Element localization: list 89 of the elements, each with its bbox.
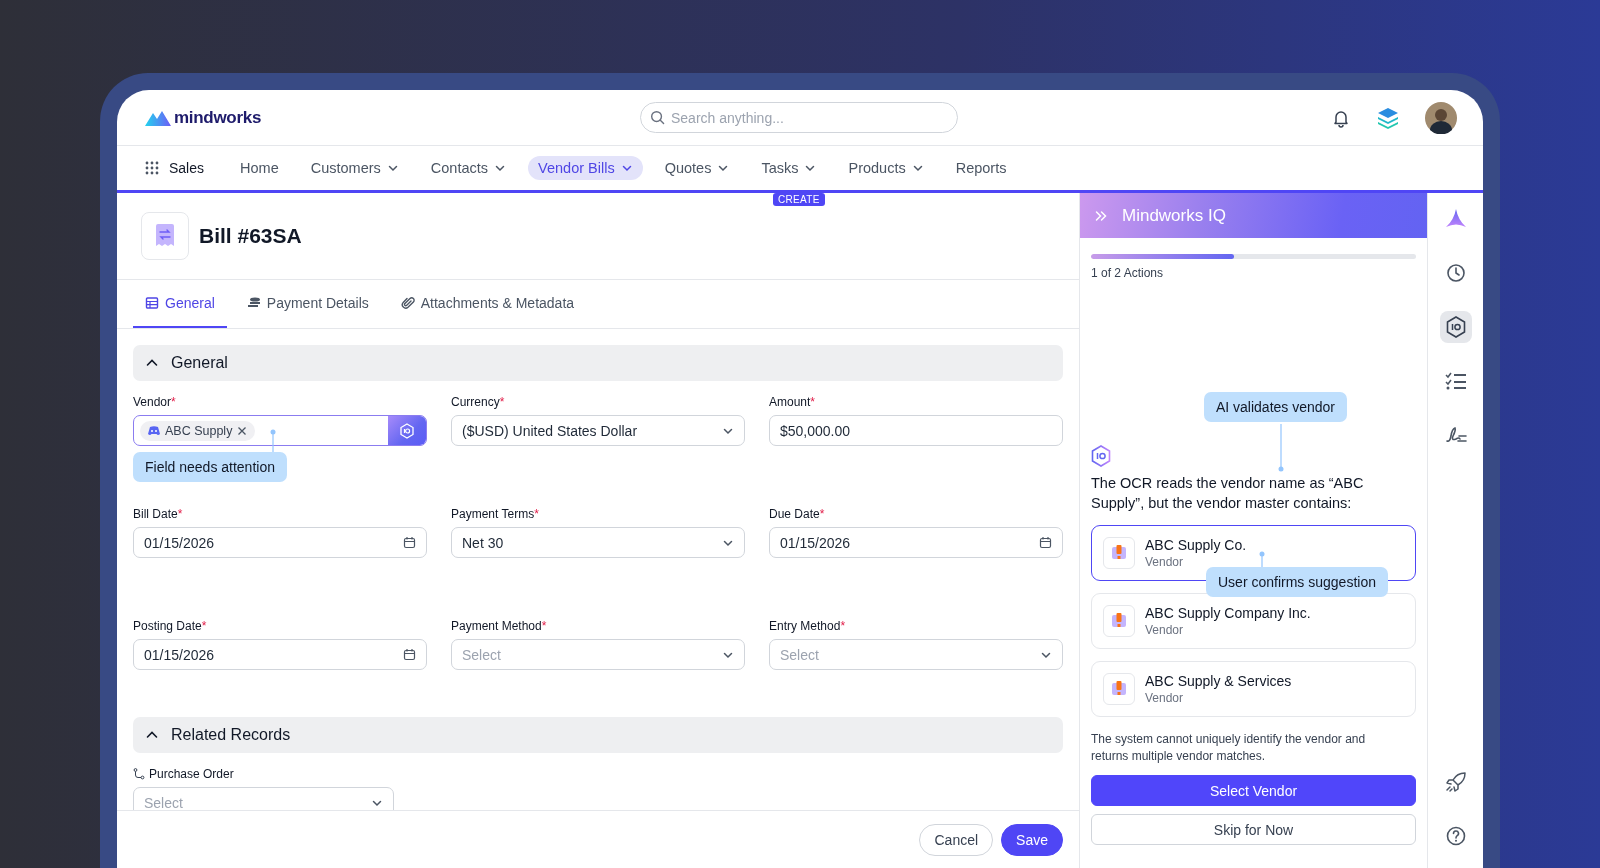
field-label: Due Date xyxy=(769,507,820,521)
receipt-icon xyxy=(141,212,189,260)
panel-title: Mindworks IQ xyxy=(1122,205,1226,226)
box-icon xyxy=(1103,537,1135,569)
box-icon xyxy=(1103,673,1135,705)
select-vendor-button[interactable]: Select Vendor xyxy=(1091,775,1416,806)
search-icon xyxy=(650,110,665,125)
field-label: Amount xyxy=(769,395,811,409)
select-field[interactable]: ($USD) United States Dollar xyxy=(451,415,745,446)
iq-icon xyxy=(399,422,415,439)
select-field[interactable]: Net 30 xyxy=(451,527,745,558)
apps-grid-icon[interactable] xyxy=(145,161,159,175)
calendar-icon[interactable] xyxy=(403,536,416,549)
vendor-type: Vendor xyxy=(1145,555,1185,569)
section-title: Related Records xyxy=(171,726,291,744)
leader-line xyxy=(1277,424,1284,472)
date-field[interactable]: 01/15/2026 xyxy=(133,639,427,670)
section-title: General xyxy=(171,354,228,372)
required-mark: * xyxy=(819,507,825,521)
nav-item[interactable]: Customers xyxy=(300,156,409,180)
coins-icon xyxy=(246,296,261,310)
calendar-icon[interactable] xyxy=(403,648,416,661)
nav-item[interactable]: Products xyxy=(838,156,934,180)
date-field[interactable]: 01/15/2026 xyxy=(769,527,1063,558)
nav-item[interactable]: Home xyxy=(230,156,289,180)
section-header[interactable]: Related Records xyxy=(133,717,1063,753)
table-icon xyxy=(145,296,159,310)
iq-button[interactable] xyxy=(388,416,426,445)
date-field[interactable]: 01/15/2026 xyxy=(133,527,427,558)
required-mark: * xyxy=(499,395,505,409)
field-label: Entry Method xyxy=(769,619,841,633)
nav-item[interactable]: Contacts xyxy=(420,156,517,180)
input-field[interactable]: $50,000.00 xyxy=(769,415,1063,446)
save-button[interactable]: Save xyxy=(1001,823,1063,856)
confirm-tooltip: User confirms suggestion xyxy=(1206,567,1388,597)
field-label: Payment Method xyxy=(451,619,542,633)
assistant-note: The system cannot uniquely identify the vendor and returns multiple vendor matches. xyxy=(1091,731,1367,765)
vendor-name: ABC Supply & Services xyxy=(1145,673,1292,689)
leader-line xyxy=(1259,551,1265,569)
required-mark: * xyxy=(177,507,183,521)
assistant-message: The OCR reads the vendor name as “ABC Supply”, but the vendor master contains: xyxy=(1091,474,1365,513)
vendor-type: Vendor xyxy=(1145,691,1185,705)
tab[interactable]: Payment Details xyxy=(234,280,381,328)
vendor-name: ABC Supply Co. xyxy=(1145,537,1247,553)
vendor-match-card[interactable]: ABC Supply & Services Vendor xyxy=(1091,661,1416,717)
paperclip-icon xyxy=(400,296,415,310)
field-label: Payment Terms xyxy=(451,507,535,521)
cancel-button[interactable]: Cancel xyxy=(919,823,994,856)
nav-item[interactable]: Tasks xyxy=(751,156,827,180)
nav-item[interactable]: Quotes xyxy=(654,156,740,180)
chip-label: ABC Supply xyxy=(165,423,233,438)
vendor-match-card[interactable]: ABC Supply Company Inc. Vendor xyxy=(1091,593,1416,649)
logo-icon xyxy=(145,109,171,126)
vendor-type: Vendor xyxy=(1145,623,1185,637)
field-label: Vendor xyxy=(133,395,172,409)
mode-badge: CREATE xyxy=(773,193,825,206)
search-field[interactable]: Search anything... xyxy=(640,102,958,133)
required-mark: * xyxy=(171,395,176,409)
required-mark: * xyxy=(534,507,539,521)
app-name: Sales xyxy=(169,160,205,176)
iq-icon xyxy=(1091,445,1111,467)
tab[interactable]: Attachments & Metadata xyxy=(388,280,587,328)
skip-button[interactable]: Skip for Now xyxy=(1091,814,1416,845)
logo-text: mindworks xyxy=(174,107,262,128)
required-mark: * xyxy=(541,619,547,633)
required-mark: * xyxy=(810,395,816,409)
record-title: Bill #63SA xyxy=(199,224,302,248)
layers-icon[interactable] xyxy=(1376,105,1400,130)
progress-label: 1 of 2 Actions xyxy=(1091,266,1165,280)
avatar[interactable] xyxy=(1425,101,1457,134)
vendor-icon xyxy=(148,425,160,436)
nav-item[interactable]: Vendor Bills xyxy=(528,156,643,180)
annotation-tooltip: AI validates vendor xyxy=(1203,392,1348,422)
remove-icon[interactable] xyxy=(237,425,248,436)
field-label: Posting Date xyxy=(133,619,202,633)
box-icon xyxy=(1103,605,1135,637)
section-header[interactable]: General xyxy=(133,345,1063,381)
vendor-field[interactable]: ABC Supply xyxy=(133,415,427,446)
required-mark: * xyxy=(840,619,846,633)
vendor-chip[interactable]: ABC Supply xyxy=(140,420,256,441)
iq-icon[interactable] xyxy=(1439,311,1472,343)
attention-tooltip: Field needs attention xyxy=(133,452,287,482)
field-label: Purchase Order xyxy=(149,767,234,781)
vendor-name: ABC Supply Company Inc. xyxy=(1145,605,1311,621)
field-label: Currency xyxy=(451,395,500,409)
field-label: Bill Date xyxy=(133,507,178,521)
required-mark: * xyxy=(201,619,207,633)
calendar-icon[interactable] xyxy=(1039,536,1052,549)
nav-item[interactable]: Reports xyxy=(945,156,1017,180)
